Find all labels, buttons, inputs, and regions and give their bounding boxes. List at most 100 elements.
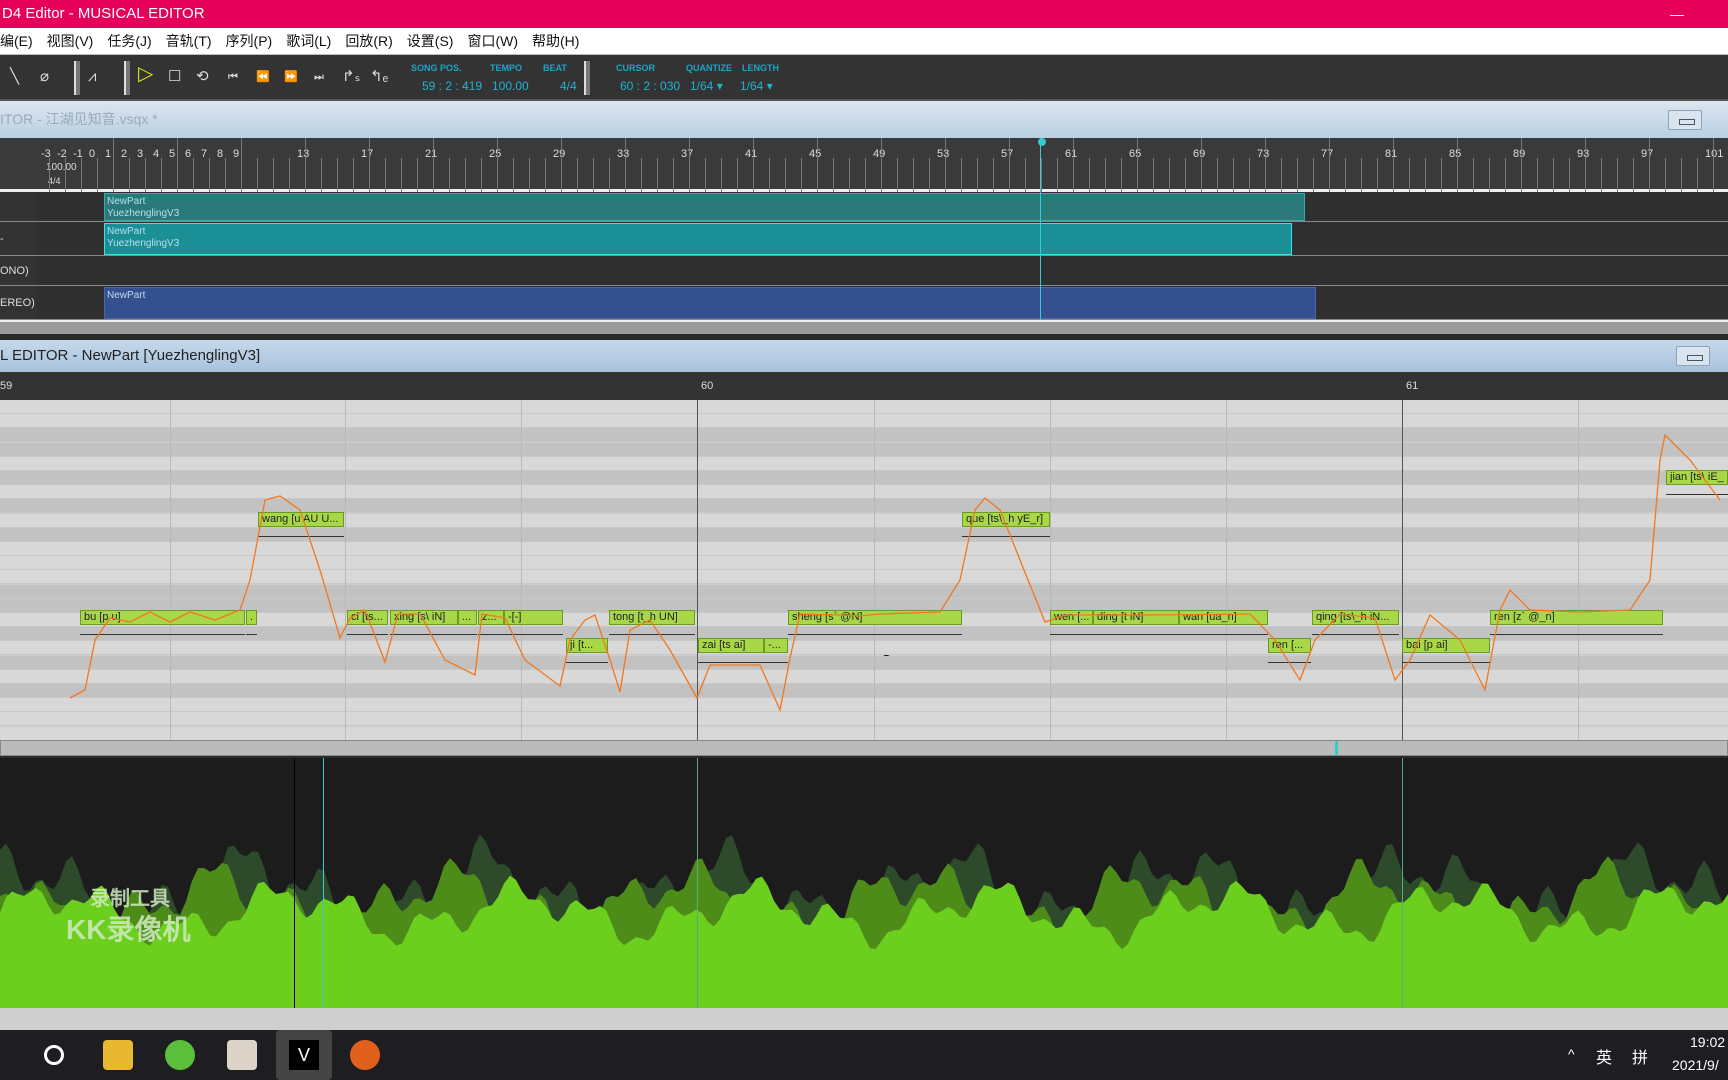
cortana-icon[interactable] <box>44 1045 64 1065</box>
ruler-tick <box>833 158 834 192</box>
menu-item[interactable]: 任务(J) <box>107 33 151 49</box>
scroll-position-marker[interactable] <box>1335 741 1338 755</box>
vocaloid-taskbar-button[interactable]: V <box>276 1030 332 1080</box>
ruler-tick <box>241 138 242 192</box>
minimize-musical-editor-button[interactable] <box>1676 346 1710 366</box>
menu-item[interactable]: 帮助(H) <box>532 33 579 49</box>
ruler-tick <box>1425 158 1426 192</box>
clock-time[interactable]: 19:02 <box>1690 1034 1725 1050</box>
waveform-position-line <box>294 758 295 1008</box>
recorder-icon[interactable] <box>350 1040 380 1070</box>
browser-icon[interactable] <box>165 1040 195 1070</box>
piano-roll-horizontal-scrollbar[interactable] <box>0 740 1728 756</box>
stop-icon[interactable]: ☐ <box>168 67 181 87</box>
fast-forward-icon[interactable]: ⏩ <box>284 67 298 87</box>
tray-expand-icon[interactable]: ^ <box>1568 1046 1575 1062</box>
track-header[interactable]: EREO) <box>0 286 36 319</box>
track-part[interactable]: NewPart YuezhenglingV3 <box>104 193 1305 221</box>
start-marker-icon[interactable]: ↱ₛ <box>342 67 360 87</box>
ruler-tick <box>1265 138 1266 192</box>
pitch-bend-line[interactable] <box>69 433 1721 713</box>
beat-value[interactable]: 4/4 <box>560 79 577 93</box>
ruler-measure-label: 6 <box>185 148 192 160</box>
ruler-tick <box>417 158 418 192</box>
menu-item[interactable]: 编(E) <box>0 33 33 49</box>
ruler-tick <box>1185 158 1186 192</box>
ruler-measure-label: 61 <box>1065 148 1078 160</box>
track-part[interactable]: NewPart <box>104 287 1316 319</box>
cursor-value: 60 : 2 : 030 <box>620 79 681 93</box>
track-part[interactable]: NewPart YuezhenglingV3 <box>104 223 1292 255</box>
ruler-tick <box>721 158 722 192</box>
ruler-measure-label: 3 <box>137 148 144 160</box>
track-row[interactable]: - NewPart YuezhenglingV3 <box>0 222 1728 256</box>
ruler-tick <box>481 158 482 192</box>
eraser-tool-icon[interactable]: ⌀ <box>40 67 49 87</box>
minimize-track-editor-button[interactable] <box>1668 110 1702 130</box>
rewind-to-start-icon[interactable]: ⏮ <box>228 67 238 87</box>
menu-item[interactable]: 回放(R) <box>345 33 392 49</box>
pitch-curve <box>69 433 1721 713</box>
track-row[interactable]: ONO) <box>0 256 1728 286</box>
tempo-value[interactable]: 100.00 <box>492 79 529 93</box>
loop-icon[interactable]: ⟲ <box>196 67 209 87</box>
ruler-tick <box>1153 158 1154 192</box>
ruler-measure-label: 57 <box>1001 148 1014 160</box>
line-tool-icon[interactable]: ╲ <box>10 67 19 87</box>
ruler-tick <box>193 158 194 192</box>
ruler-tick <box>609 158 610 192</box>
rewind-icon[interactable]: ⏪ <box>256 67 270 87</box>
ruler-measure-label: 5 <box>169 148 176 160</box>
ruler-tick <box>1313 158 1314 192</box>
quantize-select[interactable]: 1/64 ▾ <box>690 79 723 93</box>
menu-bar: 编(E) 视图(V) 任务(J) 音轨(T) 序列(P) 歌词(L) 回放(R) 设置(S) 窗… <box>0 28 1728 55</box>
minimize-window-button[interactable]: — <box>1670 0 1684 28</box>
pitch-tool-icon[interactable]: ⩘ <box>88 67 96 87</box>
ruler-tick <box>65 158 66 192</box>
ime-mode[interactable]: 拼 <box>1632 1044 1648 1068</box>
app-icon[interactable] <box>227 1040 257 1070</box>
track-horizontal-scrollbar[interactable] <box>0 320 1728 334</box>
menu-item[interactable]: 歌词(L) <box>286 33 331 49</box>
track-editor-title-bar: ITOR - 江湖见知音.vsqx * <box>0 101 1728 138</box>
piano-roll[interactable]: ➤ bu [p u].wang [u AU U...ci [ts...xing … <box>0 400 1728 740</box>
ruler-tick <box>593 158 594 192</box>
ruler-tick <box>1297 158 1298 192</box>
musical-ruler[interactable]: 59 60 61 <box>0 372 1728 400</box>
track-ruler[interactable]: 100.00 4/4 -3 -2 -1 0 1 2 3 4 5 6 7 8 9 13 17 21 25 29 33 3… <box>0 138 1728 192</box>
ruler-measure-label: 41 <box>745 148 758 160</box>
ruler-tick <box>1697 158 1698 192</box>
ruler-tick <box>1201 138 1202 192</box>
ruler-tick <box>1457 138 1458 192</box>
file-explorer-icon[interactable] <box>103 1040 133 1070</box>
ruler-tick <box>865 158 866 192</box>
ruler-measure-label: 21 <box>425 148 438 160</box>
menu-item[interactable]: 视图(V) <box>47 33 94 49</box>
end-marker-icon[interactable]: ↰ₑ <box>370 67 388 87</box>
toolbar-separator <box>584 61 590 95</box>
ruler-tick <box>1137 138 1138 192</box>
ime-language[interactable]: 英 <box>1596 1044 1612 1068</box>
ruler-tick <box>625 138 626 192</box>
skip-to-end-icon[interactable]: ⏭ <box>314 67 324 87</box>
track-row[interactable]: NewPart YuezhenglingV3 <box>0 192 1728 222</box>
menu-item[interactable]: 设置(S) <box>407 33 454 49</box>
part-singer: YuezhenglingV3 <box>107 238 180 249</box>
ruler-tick <box>1617 158 1618 192</box>
track-row[interactable]: EREO) NewPart <box>0 286 1728 320</box>
play-icon[interactable]: ▷ <box>138 64 153 84</box>
ruler-measure-label: 73 <box>1257 148 1270 160</box>
track-header[interactable] <box>0 192 36 221</box>
menu-item[interactable]: 音轨(T) <box>166 33 212 49</box>
measure-61-label: 61 <box>1406 380 1419 392</box>
ruler-tick <box>1025 158 1026 192</box>
toolbar-separator <box>124 61 130 95</box>
track-header[interactable]: ONO) <box>0 256 36 285</box>
track-header[interactable]: - <box>0 222 36 255</box>
menu-item[interactable]: 序列(P) <box>226 33 273 49</box>
length-select[interactable]: 1/64 ▾ <box>740 79 773 93</box>
ruler-tick <box>273 158 274 192</box>
clock-date[interactable]: 2021/9/ <box>1672 1057 1719 1073</box>
ruler-measure-label: 7 <box>201 148 208 160</box>
menu-item[interactable]: 窗口(W) <box>467 33 518 49</box>
